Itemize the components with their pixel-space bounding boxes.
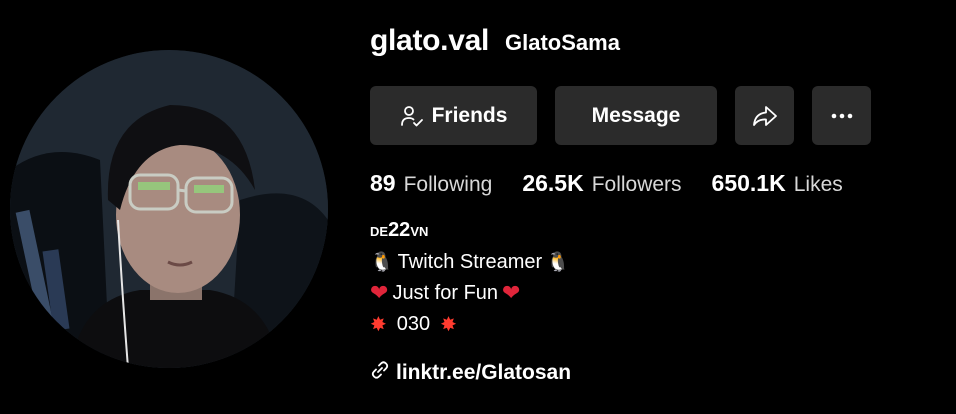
bio: DE 22 VN 🐧 Twitch Streamer 🐧 ❤ Just for Fu… [370,215,940,340]
avatar[interactable] [10,50,328,368]
avatar-photo [10,50,328,368]
collision-icon: ✸ [370,312,387,336]
friends-button[interactable]: Friends [370,86,537,145]
stat-label: Followers [591,173,682,196]
more-button[interactable] [812,86,871,145]
bio-handle-suffix: VN [410,224,429,239]
stat-label: Likes [793,173,843,196]
profile-names: glato.val GlatoSama [370,24,940,68]
friends-label: Friends [431,103,508,127]
stat-label: Following [403,173,493,196]
link-icon [370,360,390,386]
stat-value: 89 [370,170,396,196]
bio-twitch-text: Twitch Streamer [397,251,543,273]
bio-handle-prefix: DE [370,224,389,239]
friends-check-icon [400,104,424,128]
share-button[interactable] [735,86,794,145]
message-button[interactable]: Message [555,86,717,145]
profile-info: glato.val GlatoSama Friends Message 89 F… [370,24,940,386]
bio-handle: DE 22 VN [370,215,940,247]
nickname: GlatoSama [505,30,620,55]
stat-followers[interactable]: 26.5K Followers [522,170,681,197]
username: glato.val [370,24,489,57]
stat-value: 650.1K [711,170,786,196]
share-icon [752,104,778,128]
heart-icon: ❤ [502,281,521,306]
bio-handle-number: 22 [388,219,411,241]
stat-following[interactable]: 89 Following [370,170,492,197]
link-text: linktr.ee/Glatosan [396,361,572,384]
penguin-icon: 🐧 [546,251,570,273]
stat-value: 26.5K [522,170,584,196]
bio-line-code: ✸ 030 ✸ [370,309,940,340]
penguin-icon: 🐧 [370,251,394,273]
profile-link[interactable]: linktr.ee/Glatosan [370,360,940,386]
bio-fun-text: Just for Fun [392,282,499,304]
action-buttons: Friends Message [370,86,940,145]
bio-code-text: 030 [396,313,431,335]
message-label: Message [591,103,681,127]
collision-icon: ✸ [440,312,457,336]
more-icon [831,113,853,119]
bio-line-fun: ❤ Just for Fun ❤ [370,278,940,309]
bio-line-twitch: 🐧 Twitch Streamer 🐧 [370,247,940,278]
stat-likes: 650.1K Likes [712,170,843,197]
profile-stats: 89 Following 26.5K Followers 650.1K Likes [370,170,940,197]
heart-icon: ❤ [370,281,389,306]
